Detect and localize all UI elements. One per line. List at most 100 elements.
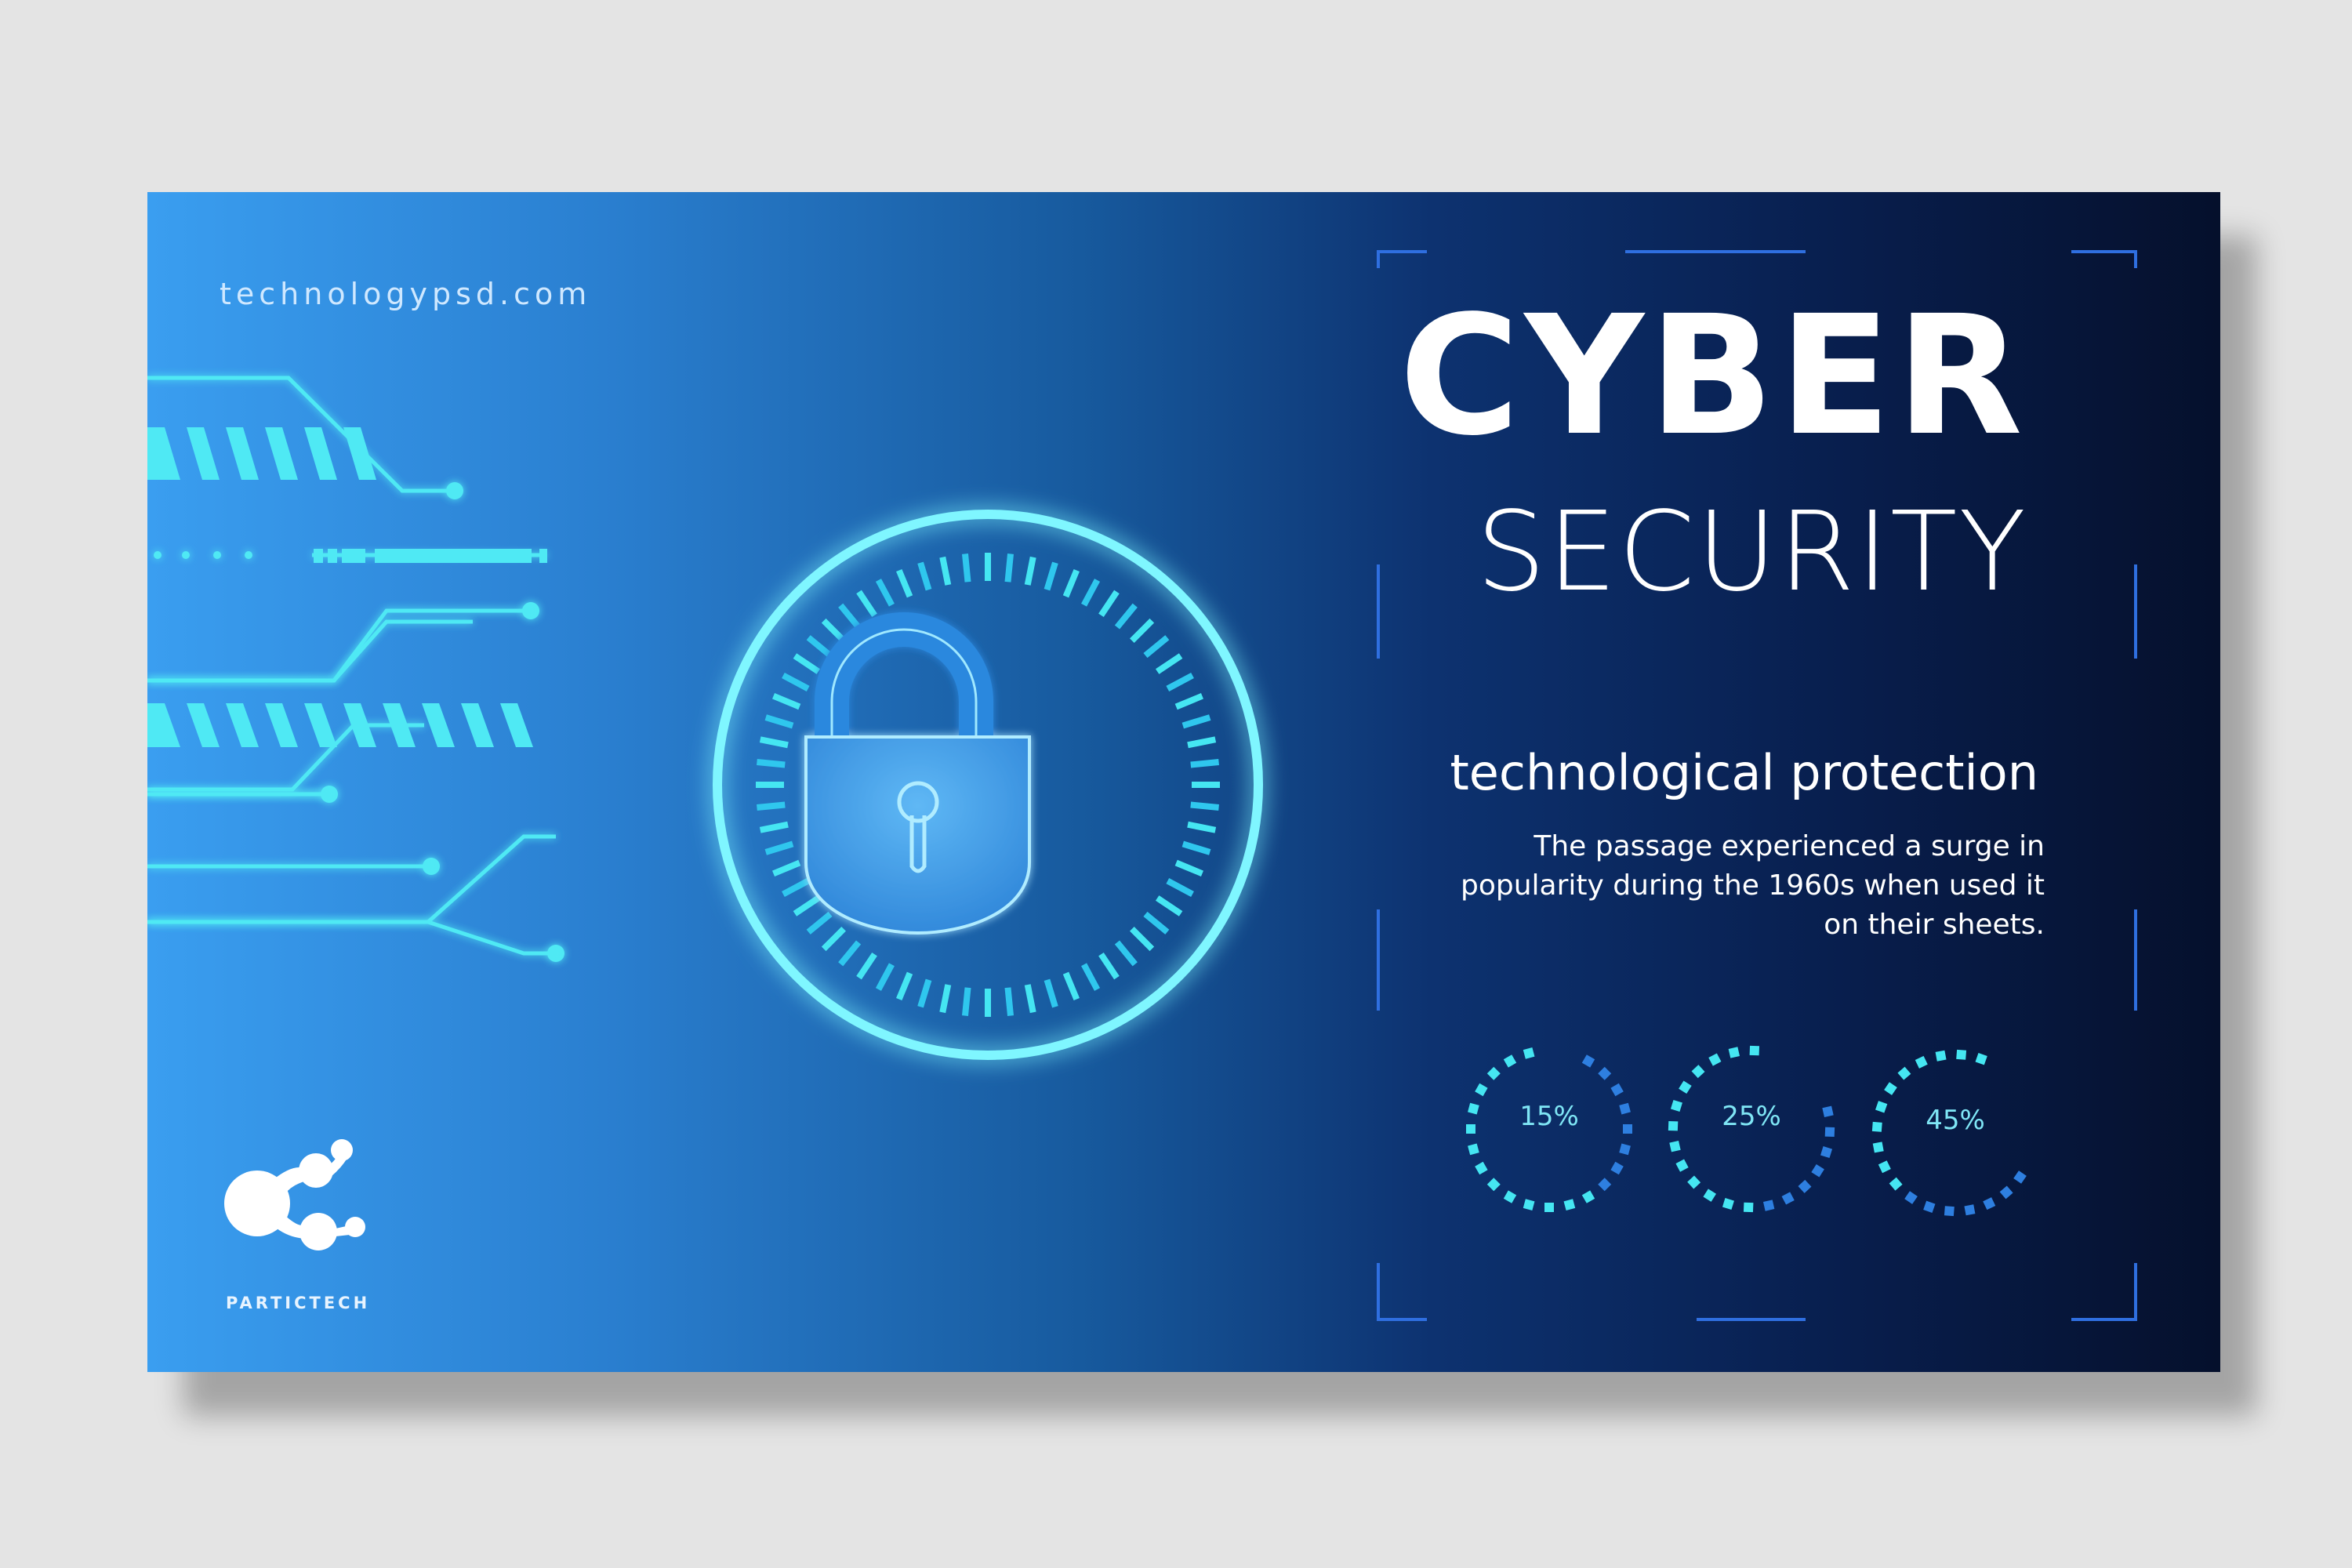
gauge-segment xyxy=(1944,1206,1955,1217)
emblem-tick xyxy=(806,911,833,935)
emblem-tick xyxy=(1187,821,1217,833)
emblem-tick xyxy=(821,618,846,643)
gauge-segment xyxy=(1687,1175,1701,1189)
emblem-tick xyxy=(782,672,810,691)
emblem-tick xyxy=(1190,759,1219,768)
gauge-segment xyxy=(1762,1200,1775,1211)
gauge-segment xyxy=(1670,1099,1682,1112)
stat-gauge: 45% xyxy=(1871,1049,2027,1217)
gauge-segment xyxy=(1466,1124,1475,1134)
gauge-segment xyxy=(1503,1054,1517,1068)
emblem-tick xyxy=(939,984,952,1014)
gauge-segment xyxy=(1999,1185,2013,1200)
gauge-segment xyxy=(1722,1198,1734,1210)
gauge-segment xyxy=(1581,1190,1595,1203)
gauge-segment xyxy=(1871,1121,1882,1132)
emblem-tick xyxy=(1004,554,1014,583)
gauge-segment xyxy=(1915,1055,1928,1069)
particle-logo-icon xyxy=(224,1139,365,1250)
emblem-tick xyxy=(1004,987,1014,1016)
gauge-segment xyxy=(1983,1197,1996,1210)
emblem-tick xyxy=(875,963,895,991)
gauge-segment xyxy=(1598,1178,1612,1192)
emblem-tick xyxy=(821,927,846,952)
emblem-tick xyxy=(1044,978,1058,1008)
description: The passage experienced a surge in popul… xyxy=(1461,830,2045,941)
gauge-segment xyxy=(2013,1171,2027,1184)
emblem-tick xyxy=(1155,653,1183,674)
gauge-segment xyxy=(1956,1049,1967,1060)
page-subtitle: SECURITY xyxy=(1475,488,2027,616)
gauge-segment xyxy=(1820,1146,1833,1159)
gauge-segment xyxy=(1669,1140,1681,1152)
emblem-tick xyxy=(939,556,952,586)
emblem-tick xyxy=(1190,801,1219,811)
gauge-segment xyxy=(1691,1065,1705,1079)
gauge-segment xyxy=(1544,1203,1554,1212)
gauge-segment xyxy=(1468,1143,1479,1156)
emblem-tick xyxy=(764,714,794,729)
stat-label: 15% xyxy=(1519,1101,1579,1132)
emblem-tick xyxy=(759,736,789,749)
emblem-tick xyxy=(1062,569,1080,598)
gauge-segment xyxy=(1875,1101,1888,1113)
gauge-segment xyxy=(1486,1178,1501,1192)
gauge-segment xyxy=(1798,1179,1812,1193)
emblem-tick xyxy=(1081,963,1101,991)
site-url: technologypsd.com xyxy=(220,277,592,311)
gauge-segment xyxy=(1523,1199,1535,1210)
emblem-tick xyxy=(1174,859,1203,877)
gauge-segment xyxy=(1619,1102,1631,1115)
padlock-icon xyxy=(804,612,1031,935)
gauge-segment xyxy=(1703,1189,1717,1202)
gauge-segment xyxy=(1728,1047,1740,1058)
emblem-tick xyxy=(838,603,862,630)
gauge-segment xyxy=(1475,1083,1488,1097)
emblem-tick xyxy=(1024,984,1036,1014)
gauge-segment xyxy=(1878,1160,1891,1174)
stat-label: 45% xyxy=(1926,1105,1985,1136)
emblem-tick xyxy=(1098,590,1120,618)
emblem-tick xyxy=(1187,736,1217,749)
emblem-tick xyxy=(759,821,789,833)
emblem-tick xyxy=(1143,911,1170,935)
emblem-tick xyxy=(1114,940,1138,967)
gauge-segment xyxy=(1897,1066,1911,1080)
emblem-tick xyxy=(917,561,932,591)
gauge-segment xyxy=(1964,1204,1976,1216)
stat-label: 25% xyxy=(1722,1101,1781,1132)
gauge-segment xyxy=(1889,1177,1903,1191)
emblem-tick xyxy=(1098,952,1120,980)
emblem-tick xyxy=(875,579,895,607)
emblem-tick xyxy=(1044,561,1058,591)
emblem-tick xyxy=(962,987,971,1016)
stat-gauge: 25% xyxy=(1668,1045,1835,1213)
gauge-segment xyxy=(1486,1066,1501,1080)
page-title: CYBER xyxy=(1399,280,2027,472)
gauge-segment xyxy=(1503,1190,1517,1203)
emblem-tick xyxy=(1143,635,1170,659)
hazard-stripes xyxy=(147,427,547,747)
emblem-tick xyxy=(1181,840,1211,855)
emblem-tick xyxy=(1114,603,1138,630)
gauge-segment xyxy=(1610,1161,1624,1175)
gauge-segment xyxy=(1811,1163,1824,1178)
emblem-tick xyxy=(782,878,810,898)
gauge-segment xyxy=(1781,1192,1795,1205)
gauge-segment xyxy=(1904,1191,1918,1204)
emblem-tick xyxy=(1062,971,1080,1000)
gauge-segment xyxy=(1749,1045,1760,1056)
emblem-tick xyxy=(917,978,932,1008)
emblem-tick xyxy=(793,653,821,674)
emblem-tick xyxy=(806,635,833,659)
gauge-segment xyxy=(1822,1105,1834,1118)
emblem-tick xyxy=(772,859,801,877)
emblem-tick xyxy=(1081,579,1101,607)
gauge-segment xyxy=(1563,1199,1576,1210)
cyber-security-banner: 15% 25% 45% technologypsd.com PARTICTECH C… xyxy=(147,192,2220,1372)
stat-gauge: 15% xyxy=(1466,1047,1632,1212)
gauge-segment xyxy=(1623,1124,1632,1134)
gauge-segment xyxy=(1708,1053,1722,1066)
gauge-segment xyxy=(1598,1066,1612,1080)
emblem-tick xyxy=(1130,927,1155,952)
